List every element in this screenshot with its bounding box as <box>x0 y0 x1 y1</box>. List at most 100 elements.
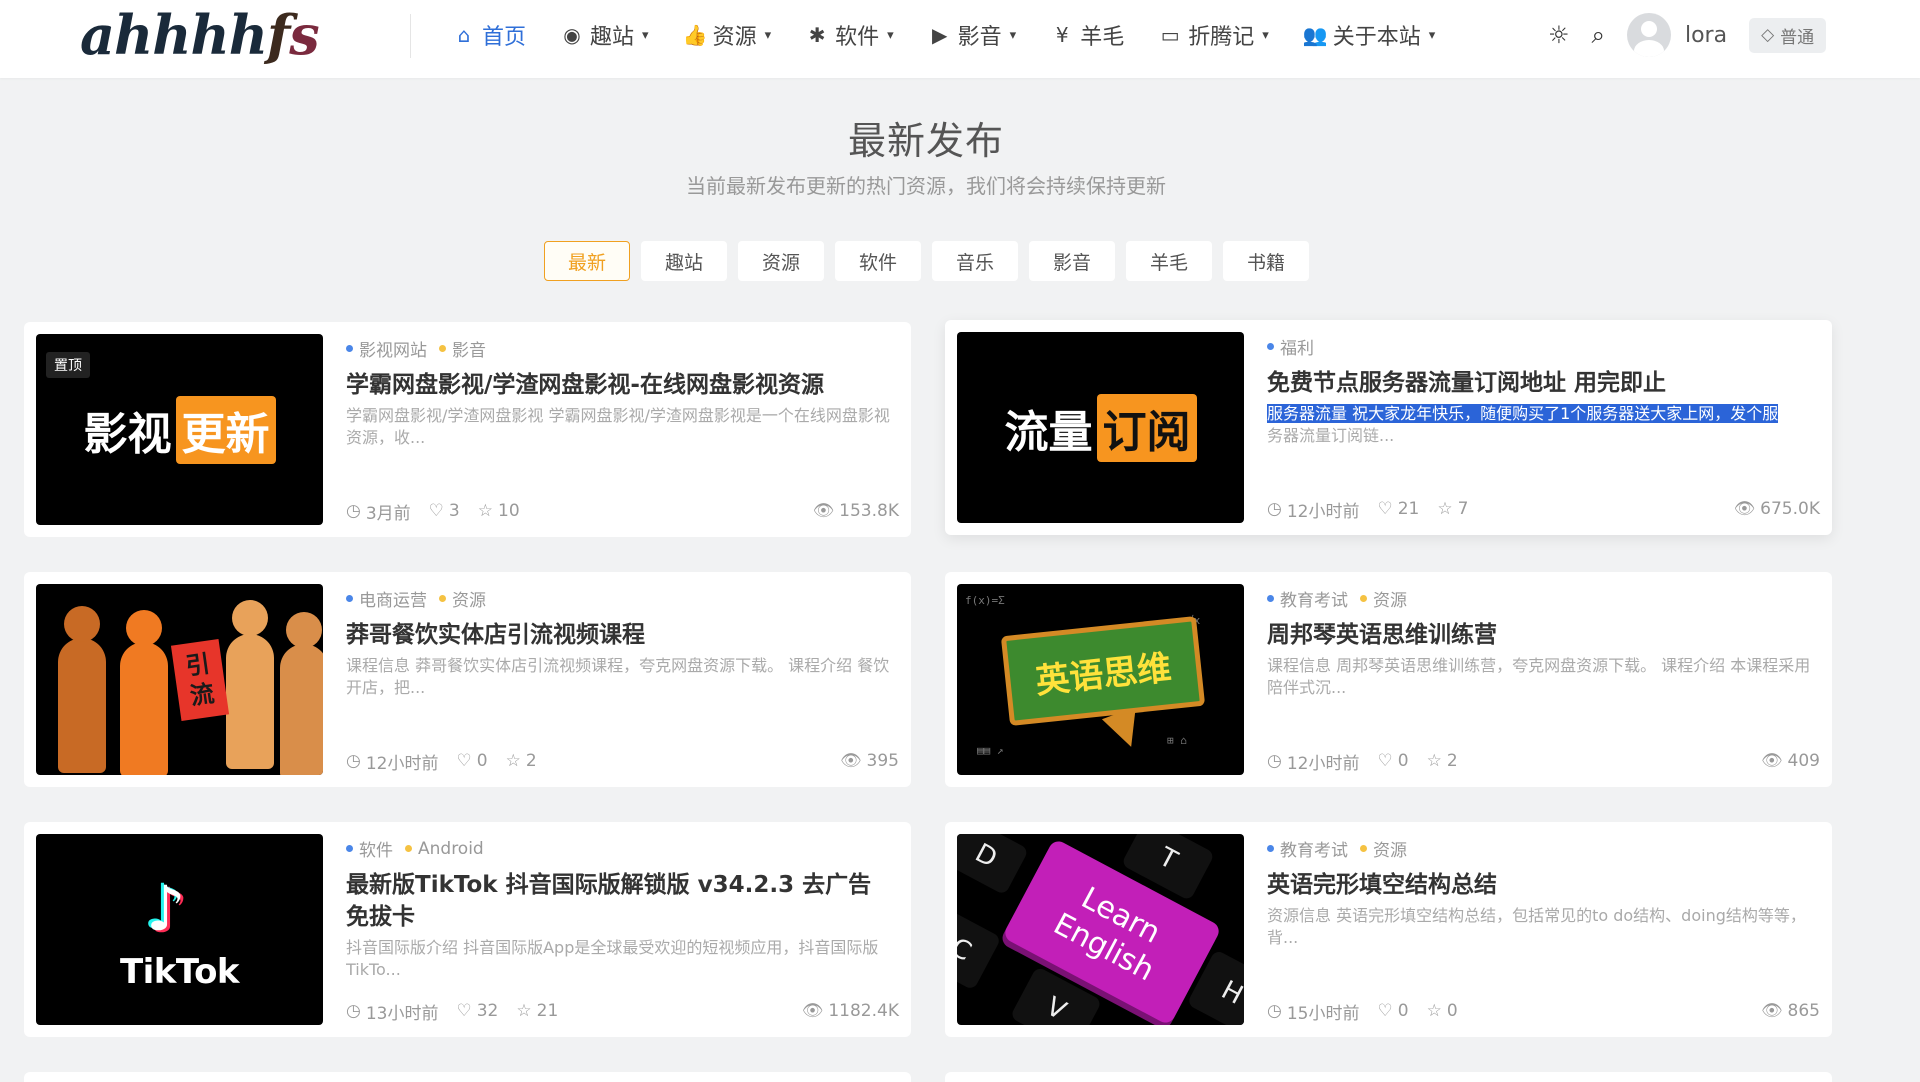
star-icon: ☆ <box>505 751 521 771</box>
tab-media[interactable]: 影音 <box>1029 241 1115 281</box>
post-time: ◷ 3月前 <box>346 501 411 524</box>
post-likes[interactable]: ♡ 21 <box>1377 499 1419 519</box>
post-thumbnail[interactable]: D T C V H Learn English <box>957 834 1244 1025</box>
post-likes[interactable]: ♡ 32 <box>456 1001 498 1021</box>
chevron-down-icon: ▾ <box>1262 27 1269 43</box>
nav-media[interactable]: ▶ 影音 ▾ <box>928 19 1016 51</box>
post-thumbnail[interactable]: 流量 订阅 <box>957 332 1244 523</box>
post-stars[interactable]: ☆ 2 <box>1427 751 1458 771</box>
post-title[interactable]: 最新版TikTok 抖音国际版解锁版 v34.2.3 去广告 免拔卡 <box>346 869 899 933</box>
post-thumbnail[interactable]: f(x)=Σ √x ▤▤ ↗ ⊞ ⌂ 英语思维 <box>957 584 1244 775</box>
post-likes[interactable]: ♡ 0 <box>1377 1001 1408 1021</box>
post-meta: ◷ 12小时前 ♡ 21 ☆ 7 👁 675.0K <box>1267 497 1820 522</box>
category-tag[interactable]: Android <box>405 836 484 861</box>
category-tag[interactable]: 电商运营 <box>346 586 427 611</box>
post-thumbnail[interactable]: 影视 更新 置顶 <box>36 334 323 525</box>
nav-tinker[interactable]: ▭ 折腾记 ▾ <box>1158 19 1269 51</box>
post-title[interactable]: 学霸网盘影视/学渣网盘影视-在线网盘影视资源 <box>346 369 899 401</box>
post-meta: ◷ 12小时前 ♡ 0 ☆ 2 👁 395 <box>346 749 899 774</box>
post-title[interactable]: 莽哥餐饮实体店引流视频课程 <box>346 619 899 651</box>
post-stars[interactable]: ☆ 0 <box>1427 1001 1458 1021</box>
nav-resources[interactable]: 👍 资源 ▾ <box>683 19 772 51</box>
star-icon: ☆ <box>1437 499 1453 519</box>
post-meta: ◷ 13小时前 ♡ 32 ☆ 21 👁 1182.4K <box>346 999 899 1024</box>
post-card[interactable]: 引流 电商运营 资源 莽哥餐饮实体店引流视频课程 课程信息 莽哥餐饮实体店引流视… <box>24 572 911 787</box>
category-tag[interactable]: 教育考试 <box>1267 836 1348 861</box>
nav-funsites[interactable]: ◉ 趣站 ▾ <box>560 19 648 51</box>
chalk-doodle: f(x)=Σ <box>965 594 1005 607</box>
post-card[interactable]: f(x)=Σ √x ▤▤ ↗ ⊞ ⌂ 英语思维 教育考试 资源 周邦琴英语思维训… <box>945 572 1832 787</box>
avatar[interactable] <box>1626 13 1671 57</box>
nav-home[interactable]: ⌂ 首页 <box>452 19 526 51</box>
post-card-partial[interactable] <box>24 1072 911 1082</box>
nav-software[interactable]: ✱ 软件 ▾ <box>805 19 894 51</box>
diamond-icon: ◇ <box>1761 25 1775 45</box>
theme-toggle-icon[interactable]: ☼ <box>1548 21 1570 49</box>
category-tag[interactable]: 福利 <box>1267 334 1314 359</box>
bug-icon: ✱ <box>808 23 826 47</box>
clock-icon: ◷ <box>346 1001 361 1021</box>
post-title[interactable]: 免费节点服务器流量订阅地址 用完即止 <box>1267 367 1820 399</box>
post-info: 软件 Android 最新版TikTok 抖音国际版解锁版 v34.2.3 去广… <box>346 834 899 1025</box>
tab-deals[interactable]: 羊毛 <box>1126 241 1212 281</box>
post-thumbnail[interactable]: 引流 <box>36 584 323 775</box>
tab-software[interactable]: 软件 <box>835 241 921 281</box>
tab-latest[interactable]: 最新 <box>544 241 630 281</box>
post-thumbnail[interactable]: ♪ TikTok <box>36 834 323 1025</box>
post-likes[interactable]: ♡ 0 <box>1377 751 1408 771</box>
post-tags: 教育考试 资源 <box>1267 836 1820 861</box>
post-tags: 教育考试 资源 <box>1267 586 1820 611</box>
chalk-doodle: ⊞ ⌂ <box>1167 734 1187 747</box>
username[interactable]: lora <box>1685 23 1727 48</box>
dot-icon <box>346 595 353 602</box>
thumbnail-title: 流量 订阅 <box>957 332 1244 523</box>
dot-icon <box>439 595 446 602</box>
post-tags: 电商运营 资源 <box>346 586 899 611</box>
category-tag[interactable]: 资源 <box>1360 836 1407 861</box>
chalk-doodle: ▤▤ ↗ <box>977 744 1004 757</box>
tab-books[interactable]: 书籍 <box>1223 241 1309 281</box>
post-stars[interactable]: ☆ 21 <box>516 1001 558 1021</box>
search-icon[interactable]: ⌕ <box>1592 21 1605 49</box>
tab-music[interactable]: 音乐 <box>932 241 1018 281</box>
category-tag[interactable]: 教育考试 <box>1267 586 1348 611</box>
post-card[interactable]: ♪ TikTok 软件 Android 最新版TikTok 抖音国际版解锁版 v… <box>24 822 911 1037</box>
category-tag[interactable]: 影视网站 <box>346 336 427 361</box>
eye-icon: 👁 <box>812 501 835 521</box>
post-card-partial[interactable] <box>945 1072 1832 1082</box>
chevron-down-icon: ▾ <box>1428 27 1436 43</box>
member-level-badge[interactable]: ◇ 普通 <box>1749 17 1827 53</box>
video-icon: ▶ <box>931 23 948 47</box>
post-card[interactable]: 影视 更新 置顶 影视网站 影音 学霸网盘影视/学渣网盘影视-在线网盘影视资源 学… <box>24 322 911 537</box>
post-card[interactable]: 流量 订阅 福利 免费节点服务器流量订阅地址 用完即止 服务器流量 祝大家龙年快乐… <box>945 320 1832 535</box>
post-tags: 软件 Android <box>346 836 899 861</box>
post-stars[interactable]: ☆ 2 <box>506 751 537 771</box>
category-tag[interactable]: 资源 <box>1360 586 1407 611</box>
dot-icon <box>405 845 412 852</box>
eye-icon: 👁 <box>1760 1001 1783 1021</box>
tab-funsites[interactable]: 趣站 <box>641 241 727 281</box>
post-views: 👁 865 <box>1760 1001 1820 1021</box>
category-tag[interactable]: 资源 <box>439 586 486 611</box>
category-tag[interactable]: 影音 <box>439 336 486 361</box>
post-likes[interactable]: ♡ 0 <box>456 751 487 771</box>
post-title[interactable]: 英语完形填空结构总结 <box>1267 869 1820 901</box>
heart-icon: ♡ <box>1377 499 1393 519</box>
category-tag[interactable]: 软件 <box>346 836 393 861</box>
star-icon: ☆ <box>1426 1001 1442 1021</box>
post-likes[interactable]: ♡ 3 <box>429 501 460 521</box>
nav-deals[interactable]: ¥ 羊毛 <box>1050 19 1124 51</box>
post-stars[interactable]: ☆ 10 <box>478 501 520 521</box>
nav-label: 羊毛 <box>1080 25 1125 50</box>
post-title[interactable]: 周邦琴英语思维训练营 <box>1267 619 1820 651</box>
tab-resources[interactable]: 资源 <box>738 241 824 281</box>
keyboard-icon: ▭ <box>1160 23 1180 47</box>
paper-figure-head <box>126 610 162 646</box>
post-card[interactable]: D T C V H Learn English 教育考试 资源 英语完形填空结构总… <box>945 822 1832 1037</box>
category-filter-tabs: 最新 趣站 资源 软件 音乐 影音 羊毛 书籍 <box>544 241 1309 281</box>
site-logo[interactable]: ahhhhfs <box>80 0 320 70</box>
clock-icon: ◷ <box>346 501 361 521</box>
heart-icon: ♡ <box>1377 751 1393 771</box>
nav-about[interactable]: 👥 关于本站 ▾ <box>1303 19 1436 51</box>
post-stars[interactable]: ☆ 7 <box>1437 499 1468 519</box>
